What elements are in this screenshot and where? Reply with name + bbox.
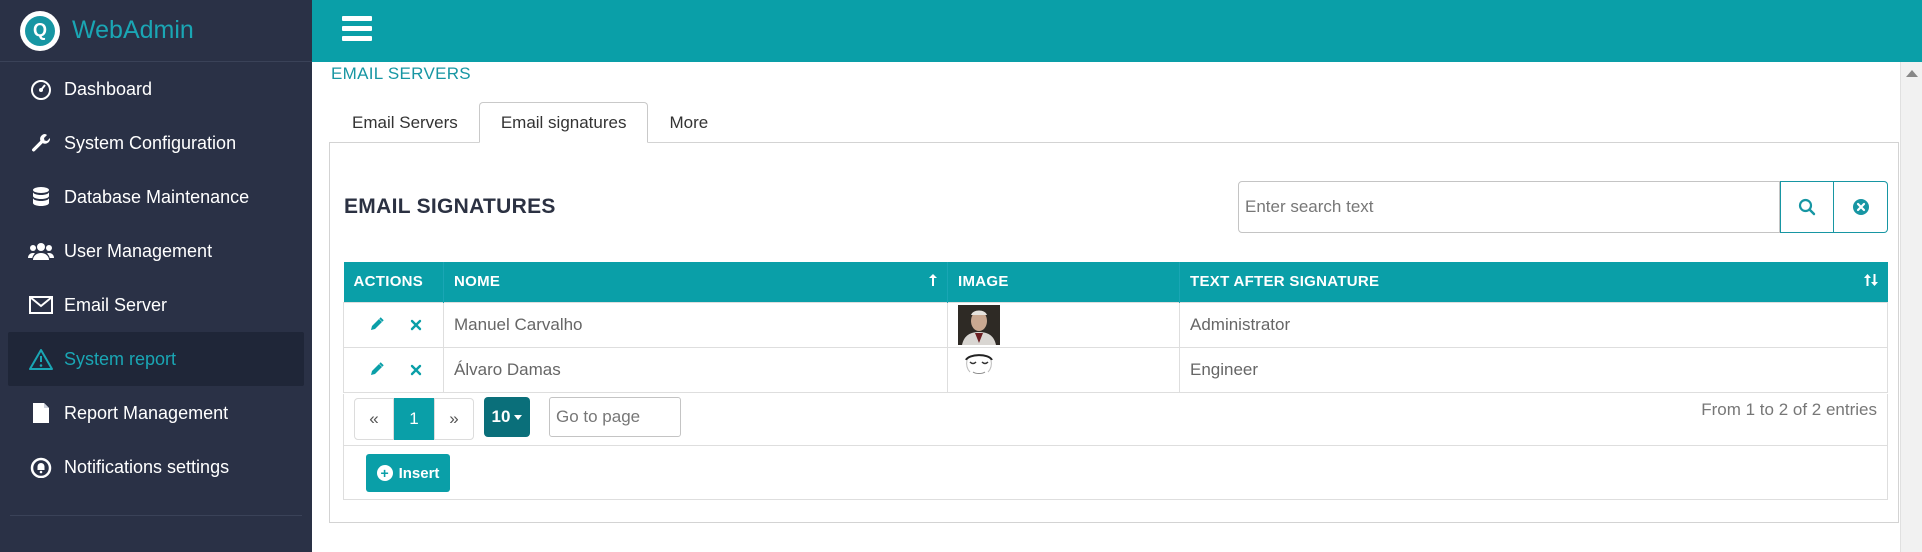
row-actions: [343, 346, 444, 393]
clear-circle-icon: [1852, 199, 1869, 215]
next-page-button[interactable]: »: [434, 398, 474, 440]
insert-button-label: Insert: [398, 464, 440, 482]
sidebar-item-label: Database Maintenance: [64, 186, 250, 207]
entries-summary: From 1 to 2 of 2 entries: [1701, 400, 1877, 419]
envelope-icon: [28, 292, 54, 318]
column-header-actions: ACTIONS: [343, 262, 444, 302]
pagination: « 1 »: [354, 398, 474, 440]
tab-email-servers[interactable]: Email Servers: [331, 103, 479, 143]
brand-logo-letter: Q: [25, 15, 55, 46]
pagination-row: « 1 » 10 From 1 to 2 of 2 entries: [343, 394, 1888, 446]
users-icon: [28, 238, 54, 264]
prev-page-button[interactable]: «: [354, 398, 394, 440]
notification-bell-icon: [28, 454, 54, 480]
sidebar-item-database-maintenance[interactable]: Database Maintenance: [0, 170, 312, 224]
search-button[interactable]: [1780, 181, 1834, 233]
tab-bar: Email Servers Email signatures More: [331, 102, 729, 143]
cell-image: [947, 346, 1180, 393]
sort-both-icon[interactable]: [1863, 274, 1878, 289]
wrench-icon: [28, 130, 54, 156]
section-title: EMAIL SIGNATURES: [344, 195, 556, 218]
clear-search-button[interactable]: [1834, 181, 1888, 233]
brand-logo-icon: Q: [20, 10, 60, 51]
sidebar-nav: Dashboard System Configuration Database …: [0, 62, 312, 494]
sidebar: Q WebAdmin Dashboard System Configuratio…: [0, 0, 312, 552]
scroll-up-icon[interactable]: [1905, 70, 1918, 77]
column-header-image: IMAGE: [947, 262, 1180, 302]
sidebar-item-report-management[interactable]: Report Management: [0, 386, 312, 440]
cell-text-after-signature: Engineer: [1179, 346, 1888, 393]
cell-image: [947, 301, 1180, 348]
column-header-label: IMAGE: [958, 273, 1009, 291]
tab-email-signatures[interactable]: Email signatures: [478, 102, 649, 143]
database-icon: [28, 184, 54, 210]
insert-button[interactable]: + Insert: [366, 454, 450, 492]
column-header-label: TEXT AFTER SIGNATURE: [1190, 273, 1380, 291]
sidebar-item-system-configuration[interactable]: System Configuration: [0, 116, 312, 170]
sidebar-item-label: User Management: [64, 240, 213, 261]
column-header-nome[interactable]: NOME: [443, 262, 948, 302]
table-row[interactable]: Álvaro Damas Engineer: [343, 346, 1888, 393]
sidebar-item-notifications-settings[interactable]: Notifications settings: [0, 440, 312, 494]
tab-panel: EMAIL SIGNATURES ACTIONS NOME IMAGE T: [329, 142, 1899, 523]
scrollbar[interactable]: [1900, 62, 1922, 552]
breadcrumb[interactable]: EMAIL SERVERS: [331, 64, 471, 84]
tab-more[interactable]: More: [648, 103, 729, 143]
delete-x-icon[interactable]: [405, 359, 427, 381]
signature-sketch-image[interactable]: [958, 349, 1000, 390]
column-header-label: NOME: [454, 273, 501, 291]
table-header-row: ACTIONS NOME IMAGE TEXT AFTER SIGNATURE: [343, 262, 1888, 302]
sidebar-item-label: Notifications settings: [64, 456, 230, 477]
column-header-label: ACTIONS: [353, 273, 424, 291]
document-icon: [28, 400, 54, 426]
caret-down-icon: [514, 414, 523, 420]
sort-ascending-icon[interactable]: [929, 274, 937, 289]
column-header-text-after-signature[interactable]: TEXT AFTER SIGNATURE: [1179, 262, 1888, 302]
search-group: [1238, 181, 1888, 233]
menu-toggle-icon[interactable]: [342, 16, 372, 42]
cell-text-after-signature: Administrator: [1179, 301, 1888, 348]
sidebar-divider: [10, 515, 302, 516]
sidebar-item-label: Dashboard: [64, 78, 153, 99]
brand-name: WebAdmin: [72, 16, 194, 44]
delete-x-icon[interactable]: [405, 314, 427, 336]
dashboard-gauge-icon: [28, 76, 54, 102]
search-input[interactable]: [1238, 181, 1780, 233]
sidebar-item-system-report[interactable]: System report: [8, 332, 304, 386]
page-button-current[interactable]: 1: [394, 398, 434, 440]
edit-pencil-icon[interactable]: [366, 313, 388, 335]
sidebar-item-label: Report Management: [64, 402, 229, 423]
sidebar-item-email-server[interactable]: Email Server: [0, 278, 312, 332]
search-icon: [1798, 198, 1816, 216]
top-bar: [312, 0, 1922, 62]
table-row[interactable]: Manuel Carvalho Administrator: [343, 301, 1888, 348]
cell-nome: Manuel Carvalho: [443, 301, 948, 348]
warning-icon: [28, 346, 54, 372]
cell-nome: Álvaro Damas: [443, 346, 948, 393]
sidebar-item-user-management[interactable]: User Management: [0, 224, 312, 278]
sidebar-item-dashboard[interactable]: Dashboard: [0, 62, 312, 116]
signature-portrait-image[interactable]: [958, 304, 1000, 345]
insert-row: + Insert: [343, 446, 1888, 500]
plus-circle-icon: +: [376, 465, 393, 481]
brand[interactable]: Q WebAdmin: [0, 0, 312, 62]
signatures-table: ACTIONS NOME IMAGE TEXT AFTER SIGNATURE: [343, 262, 1888, 393]
sidebar-item-label: System report: [64, 348, 177, 369]
sidebar-item-label: System Configuration: [64, 132, 237, 153]
row-actions: [343, 301, 444, 348]
page-size-value: 10: [491, 407, 511, 426]
go-to-page-input[interactable]: [549, 397, 681, 437]
sidebar-item-label: Email Server: [64, 294, 168, 315]
page-size-dropdown[interactable]: 10: [484, 397, 530, 437]
edit-pencil-icon[interactable]: [366, 358, 388, 380]
